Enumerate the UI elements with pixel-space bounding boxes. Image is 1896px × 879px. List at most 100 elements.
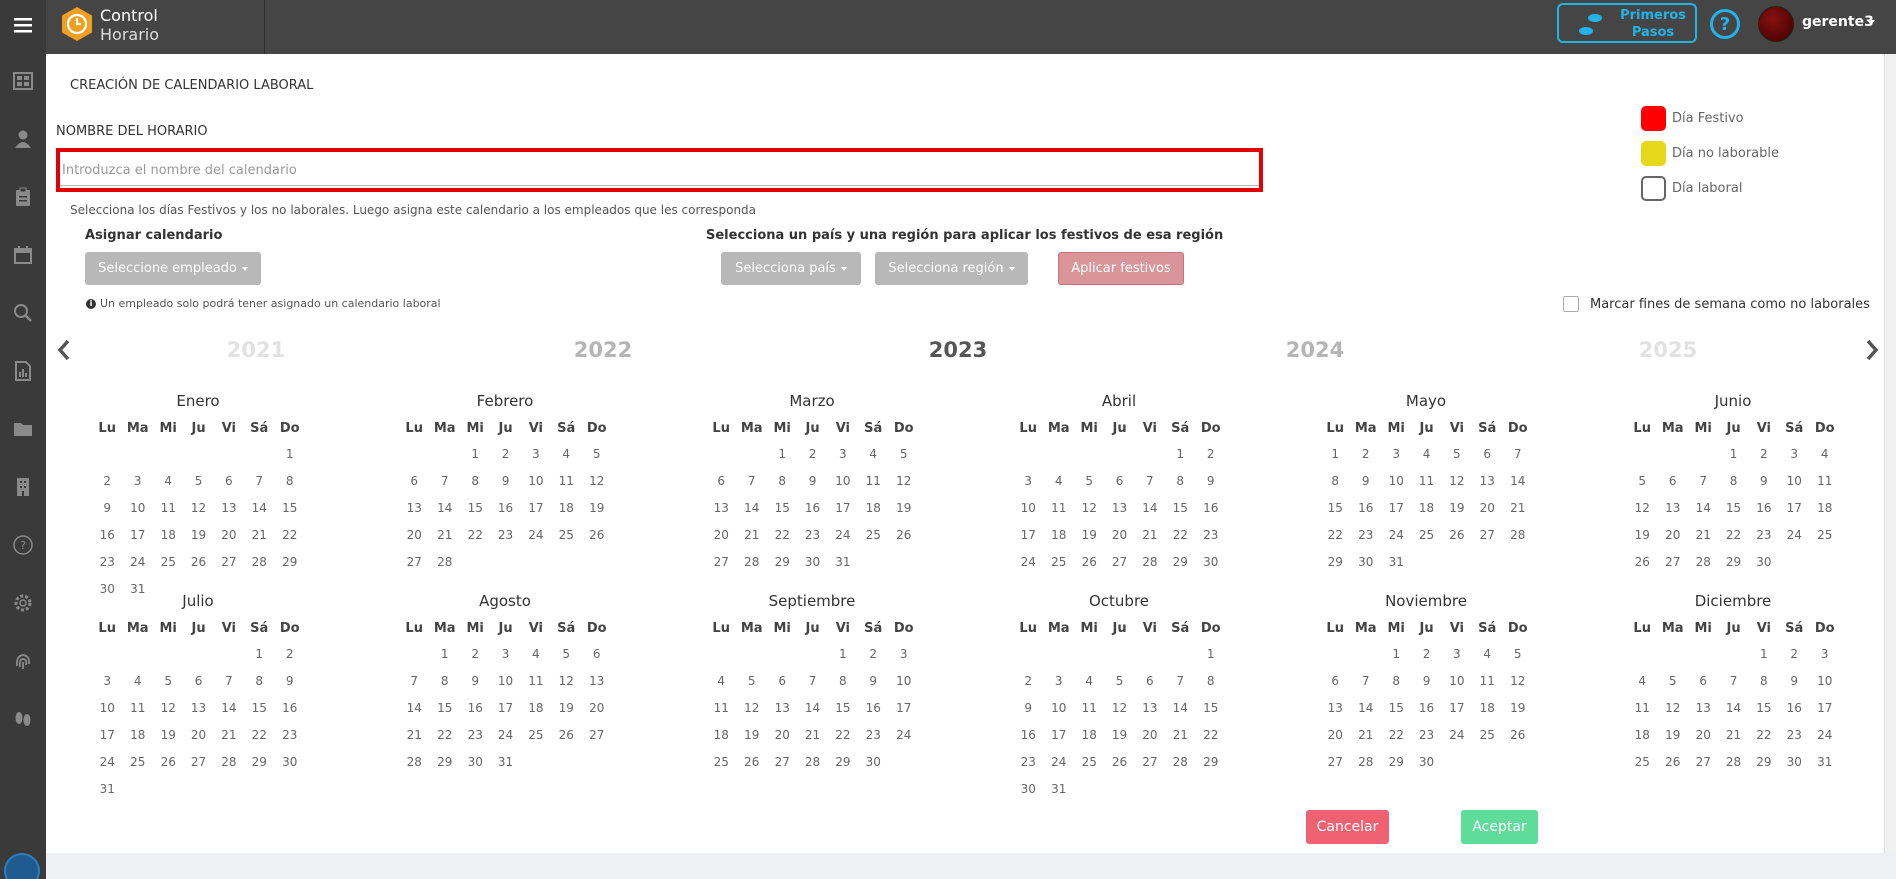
day-cell[interactable]: 1: [1195, 640, 1226, 667]
day-cell[interactable]: 6: [706, 467, 736, 494]
day-cell[interactable]: 26: [888, 521, 919, 548]
day-cell[interactable]: 5: [1657, 667, 1688, 694]
day-cell[interactable]: 2: [1013, 667, 1043, 694]
day-cell[interactable]: 7: [1350, 667, 1381, 694]
day-cell[interactable]: 25: [521, 721, 551, 748]
day-cell[interactable]: 22: [1195, 721, 1226, 748]
day-cell[interactable]: 9: [1749, 467, 1779, 494]
day-cell[interactable]: 4: [551, 440, 581, 467]
day-cell[interactable]: 3: [521, 440, 551, 467]
day-cell[interactable]: 30: [1013, 775, 1043, 802]
day-cell[interactable]: 8: [244, 667, 274, 694]
day-cell[interactable]: 14: [1718, 694, 1748, 721]
day-cell[interactable]: 13: [581, 667, 612, 694]
day-cell[interactable]: 1: [828, 640, 858, 667]
day-cell[interactable]: 21: [214, 721, 244, 748]
day-cell[interactable]: 15: [1749, 694, 1779, 721]
day-cell[interactable]: 20: [581, 694, 612, 721]
day-cell[interactable]: 5: [153, 667, 183, 694]
day-cell[interactable]: 21: [1502, 494, 1533, 521]
day-cell[interactable]: 29: [1195, 748, 1226, 775]
day-cell[interactable]: 20: [1688, 721, 1718, 748]
day-cell[interactable]: 24: [1442, 721, 1472, 748]
accept-button[interactable]: Aceptar: [1461, 810, 1538, 844]
day-cell[interactable]: 27: [767, 748, 797, 775]
day-cell[interactable]: 21: [1165, 721, 1195, 748]
day-cell[interactable]: 8: [767, 467, 797, 494]
day-cell[interactable]: 2: [1779, 640, 1809, 667]
day-cell[interactable]: 29: [429, 748, 460, 775]
day-cell[interactable]: 12: [1502, 667, 1533, 694]
day-cell[interactable]: 7: [1165, 667, 1195, 694]
day-cell[interactable]: 11: [1627, 694, 1657, 721]
day-cell[interactable]: 14: [1135, 494, 1165, 521]
day-cell[interactable]: 18: [858, 494, 888, 521]
day-cell[interactable]: 2: [460, 640, 490, 667]
calendar-name-input[interactable]: [60, 156, 1259, 186]
day-cell[interactable]: 28: [429, 548, 460, 575]
day-cell[interactable]: 29: [767, 548, 797, 575]
day-cell[interactable]: 14: [797, 694, 827, 721]
day-cell[interactable]: 13: [1320, 694, 1350, 721]
day-cell[interactable]: 3: [92, 667, 122, 694]
day-cell[interactable]: 12: [1104, 694, 1134, 721]
day-cell[interactable]: 25: [551, 521, 581, 548]
day-cell[interactable]: 8: [1320, 467, 1350, 494]
day-cell[interactable]: 18: [122, 721, 153, 748]
day-cell[interactable]: 19: [1627, 521, 1657, 548]
day-cell[interactable]: 24: [1809, 721, 1840, 748]
menu-icon[interactable]: [0, 5, 46, 45]
day-cell[interactable]: 27: [1472, 521, 1502, 548]
day-cell[interactable]: 30: [1411, 748, 1441, 775]
day-cell[interactable]: 6: [581, 640, 612, 667]
day-cell[interactable]: 9: [797, 467, 827, 494]
day-cell[interactable]: 18: [1043, 521, 1074, 548]
day-cell[interactable]: 10: [490, 667, 520, 694]
day-cell[interactable]: 23: [1749, 521, 1779, 548]
day-cell[interactable]: 29: [1749, 748, 1779, 775]
day-cell[interactable]: 9: [1195, 467, 1226, 494]
day-cell[interactable]: 3: [888, 640, 919, 667]
day-cell[interactable]: 29: [274, 548, 305, 575]
day-cell[interactable]: 30: [1779, 748, 1809, 775]
day-cell[interactable]: 25: [1627, 748, 1657, 775]
day-cell[interactable]: 20: [767, 721, 797, 748]
day-cell[interactable]: 28: [1718, 748, 1748, 775]
day-cell[interactable]: 4: [1043, 467, 1074, 494]
day-cell[interactable]: 20: [214, 521, 244, 548]
select-country-button[interactable]: Selecciona país: [721, 252, 861, 285]
day-cell[interactable]: 2: [1350, 440, 1381, 467]
day-cell[interactable]: 23: [1195, 521, 1226, 548]
day-cell[interactable]: 16: [274, 694, 305, 721]
day-cell[interactable]: 8: [1718, 467, 1748, 494]
weekend-checkbox[interactable]: [1563, 296, 1579, 312]
day-cell[interactable]: 14: [1502, 467, 1533, 494]
day-cell[interactable]: 15: [1381, 694, 1411, 721]
day-cell[interactable]: 5: [183, 467, 213, 494]
day-cell[interactable]: 14: [429, 494, 460, 521]
day-cell[interactable]: 10: [828, 467, 858, 494]
day-cell[interactable]: 16: [1779, 694, 1809, 721]
day-cell[interactable]: 23: [1350, 521, 1381, 548]
day-cell[interactable]: 22: [767, 521, 797, 548]
day-cell[interactable]: 3: [1381, 440, 1411, 467]
day-cell[interactable]: 22: [460, 521, 490, 548]
day-cell[interactable]: 23: [1779, 721, 1809, 748]
day-cell[interactable]: 15: [429, 694, 460, 721]
day-cell[interactable]: 22: [1718, 521, 1748, 548]
day-cell[interactable]: 26: [581, 521, 612, 548]
day-cell[interactable]: 13: [214, 494, 244, 521]
day-cell[interactable]: 16: [1411, 694, 1441, 721]
day-cell[interactable]: 1: [244, 640, 274, 667]
day-cell[interactable]: 26: [551, 721, 581, 748]
day-cell[interactable]: 9: [490, 467, 520, 494]
day-cell[interactable]: 2: [797, 440, 827, 467]
day-cell[interactable]: 25: [122, 748, 153, 775]
day-cell[interactable]: 28: [797, 748, 827, 775]
day-cell[interactable]: 17: [1779, 494, 1809, 521]
gear-icon[interactable]: [0, 583, 46, 623]
day-cell[interactable]: 1: [1718, 440, 1748, 467]
day-cell[interactable]: 25: [706, 748, 736, 775]
day-cell[interactable]: 11: [858, 467, 888, 494]
day-cell[interactable]: 16: [1013, 721, 1043, 748]
